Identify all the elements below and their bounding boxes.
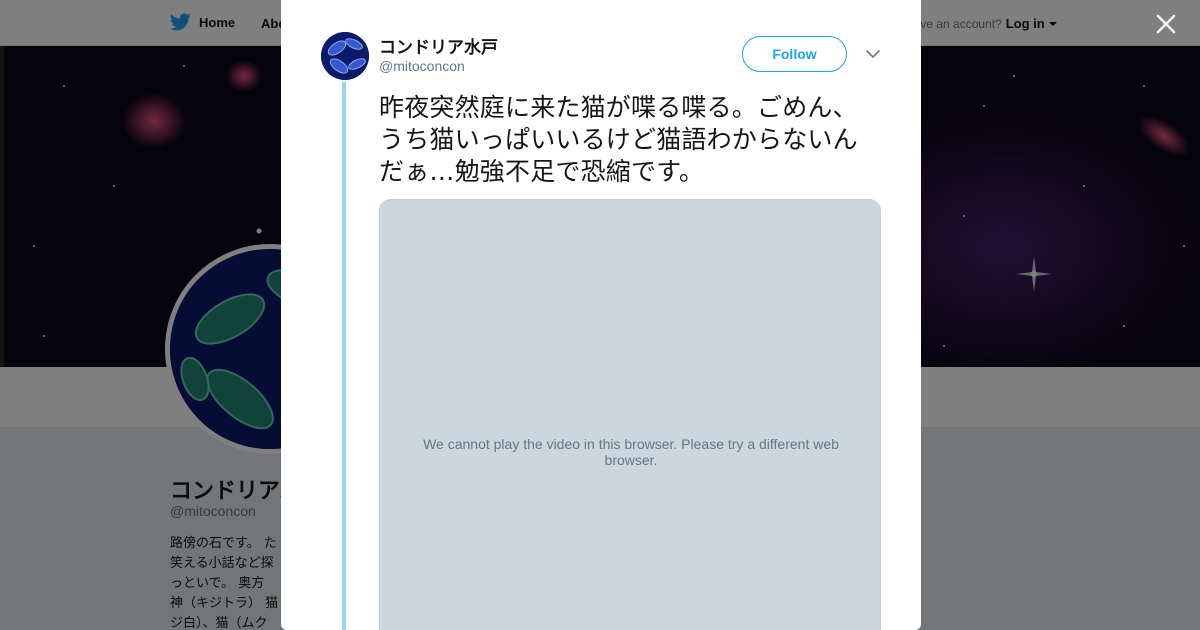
close-icon[interactable]	[1152, 10, 1180, 38]
tweet-modal: コンドリア水戸 @mitoconcon Follow 昨夜突然庭に来た猫が喋る喋…	[281, 0, 921, 630]
tweet-author-avatar[interactable]	[321, 32, 369, 80]
tweet-author-handle[interactable]: @mitoconcon	[379, 58, 465, 74]
video-error-message: We cannot play the video in this browser…	[423, 436, 839, 468]
chevron-down-icon[interactable]	[865, 46, 881, 62]
mitochondria-image	[321, 32, 369, 80]
tweet-author-name[interactable]: コンドリア水戸	[379, 33, 498, 58]
video-player[interactable]: We cannot play the video in this browser…	[379, 199, 881, 630]
follow-button[interactable]: Follow	[742, 36, 847, 72]
tweet-text: 昨夜突然庭に来た猫が喋る喋る。ごめん、うち猫いっぱいいるけど猫語わからないんだぁ…	[379, 93, 858, 186]
thread-line	[342, 82, 346, 630]
